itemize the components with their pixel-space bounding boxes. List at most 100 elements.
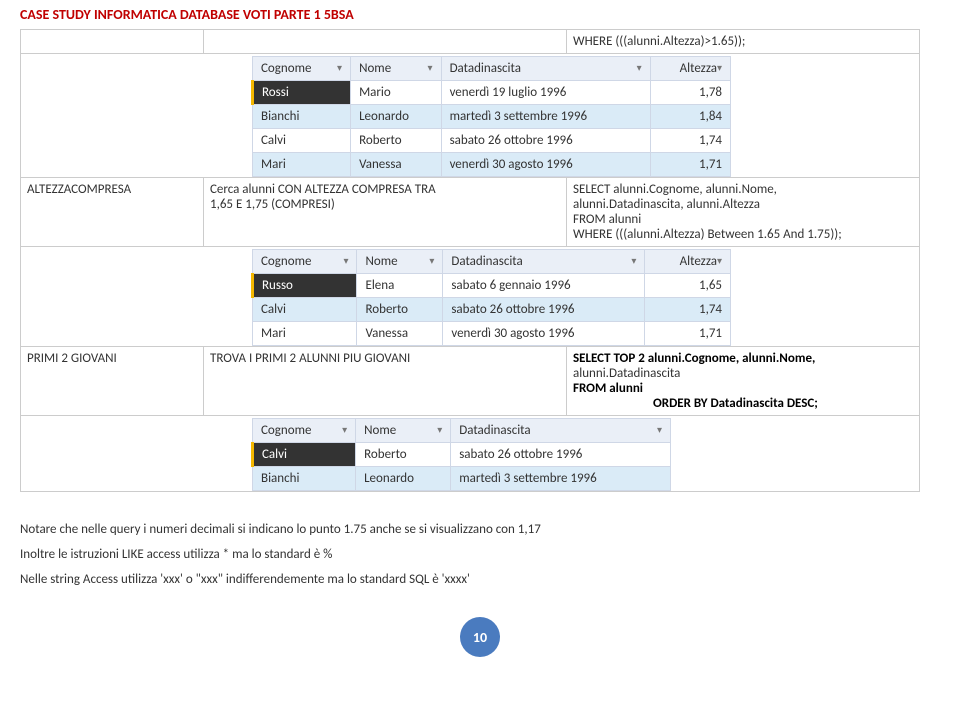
col-label: Altezza xyxy=(680,61,717,76)
cell[interactable]: Roberto xyxy=(351,129,442,153)
dropdown-icon[interactable]: ▾ xyxy=(429,254,434,267)
col-label: Altezza xyxy=(680,254,717,269)
cell[interactable]: Bianchi xyxy=(253,467,356,491)
cell[interactable]: Calvi xyxy=(253,443,356,467)
table-row: Mari Vanessa venerdì 30 agosto 1996 1,71 xyxy=(253,153,731,177)
sql-cell: SELECT alunni.Cognome, alunni.Nome, alun… xyxy=(567,178,920,247)
cell[interactable]: Bianchi xyxy=(253,105,351,129)
cell[interactable]: 1,84 xyxy=(650,105,730,129)
note-1: Notare che nelle query i numeri decimali… xyxy=(20,522,940,537)
cell[interactable]: Mari xyxy=(253,322,357,346)
cell[interactable]: 1,65 xyxy=(645,274,731,298)
dropdown-icon[interactable]: ▾ xyxy=(342,423,347,436)
cell[interactable]: Russo xyxy=(253,274,357,298)
col-label: Cognome xyxy=(261,423,311,438)
sql-line: FROM alunni xyxy=(573,212,641,227)
cell[interactable]: Roberto xyxy=(357,298,443,322)
col-altezza[interactable]: Altezza▾ xyxy=(650,57,730,81)
cell[interactable]: 1,71 xyxy=(645,322,731,346)
empty-cell xyxy=(204,30,567,54)
table-row: Bianchi Leonardo martedì 3 settembre 199… xyxy=(253,105,731,129)
cell[interactable]: 1,74 xyxy=(645,298,731,322)
sql-line: ORDER BY Datadinascita DESC; xyxy=(573,396,818,411)
col-altezza[interactable]: Altezza▾ xyxy=(645,250,731,274)
sql-line: SELECT alunni.Cognome, alunni.Nome, xyxy=(573,182,777,197)
col-label: Datadinascita xyxy=(451,254,522,269)
cell[interactable]: Roberto xyxy=(356,443,451,467)
col-label: Nome xyxy=(359,61,391,76)
sql-line: alunni.Datadinascita, alunni.Altezza xyxy=(573,197,760,212)
dropdown-icon[interactable]: ▾ xyxy=(717,254,722,267)
col-nome[interactable]: Nome ▾ xyxy=(356,419,451,443)
dropdown-icon[interactable]: ▾ xyxy=(337,61,342,74)
empty-cell xyxy=(21,30,204,54)
cell[interactable]: Calvi xyxy=(253,129,351,153)
col-datadinascita[interactable]: Datadinascita ▾ xyxy=(441,57,650,81)
dropdown-icon[interactable]: ▾ xyxy=(657,423,662,436)
query-label: ALTEZZACOMPRESA xyxy=(21,178,204,247)
cell[interactable]: venerdì 30 agosto 1996 xyxy=(441,153,650,177)
table-row: Rossi Mario venerdì 19 luglio 1996 1,78 xyxy=(253,81,731,105)
sql-line: FROM alunni xyxy=(573,381,643,396)
dropdown-icon[interactable]: ▾ xyxy=(428,61,433,74)
col-datadinascita[interactable]: Datadinascita ▾ xyxy=(451,419,671,443)
col-nome[interactable]: Nome ▾ xyxy=(351,57,442,81)
dropdown-icon[interactable]: ▾ xyxy=(631,254,636,267)
text: 1,65 E 1,75 (COMPRESI) xyxy=(210,197,335,212)
dropdown-icon[interactable]: ▾ xyxy=(343,254,348,267)
cell[interactable]: sabato 26 ottobre 1996 xyxy=(451,443,671,467)
cell[interactable]: sabato 6 gennaio 1996 xyxy=(443,274,645,298)
cell[interactable]: martedì 3 settembre 1996 xyxy=(451,467,671,491)
cell[interactable]: sabato 26 ottobre 1996 xyxy=(441,129,650,153)
col-label: Cognome xyxy=(261,61,311,76)
table-row: Calvi Roberto sabato 26 ottobre 1996 xyxy=(253,443,671,467)
dropdown-icon[interactable]: ▾ xyxy=(717,61,722,74)
note-3: Nelle string Access utilizza 'xxx' o "xx… xyxy=(20,572,940,587)
grid2: Cognome▾ Nome▾ Datadinascita▾ Altezza▾ R… xyxy=(251,249,731,346)
col-label: Cognome xyxy=(261,254,311,269)
grid1-cell: Cognome▾ Nome▾ Datadinascita▾ Altezza▾ R… xyxy=(21,54,920,178)
table-row: Russo Elena sabato 6 gennaio 1996 1,65 xyxy=(253,274,731,298)
dropdown-icon[interactable]: ▾ xyxy=(437,423,442,436)
sql-cell: SELECT TOP 2 alunni.Cognome, alunni.Nome… xyxy=(567,347,920,416)
cell[interactable]: Rossi xyxy=(253,81,351,105)
cell[interactable]: Leonardo xyxy=(351,105,442,129)
cell[interactable]: Mario xyxy=(351,81,442,105)
table-row: Bianchi Leonardo martedì 3 settembre 199… xyxy=(253,467,671,491)
cell[interactable]: Calvi xyxy=(253,298,357,322)
cell[interactable]: 1,78 xyxy=(650,81,730,105)
grid3: Cognome ▾ Nome ▾ Datadinascita ▾ Calvi Robe… xyxy=(251,418,671,491)
sql-line: WHERE (((alunni.Altezza) Between 1.65 An… xyxy=(573,227,842,242)
text: Cerca alunni CON ALTEZZA COMPRESA TRA xyxy=(210,182,436,197)
col-cognome[interactable]: Cognome ▾ xyxy=(253,419,356,443)
cell[interactable]: Vanessa xyxy=(357,322,443,346)
doc-title: CASE STUDY INFORMATICA DATABASE VOTI PAR… xyxy=(20,0,940,29)
col-cognome[interactable]: Cognome ▾ xyxy=(253,57,351,81)
grid2-cell: Cognome▾ Nome▾ Datadinascita▾ Altezza▾ R… xyxy=(21,247,920,347)
main-table: WHERE (((alunni.Altezza)>1.65)); Cognome… xyxy=(20,29,920,492)
col-datadinascita[interactable]: Datadinascita ▾ xyxy=(443,250,645,274)
cell[interactable]: Elena xyxy=(357,274,443,298)
cell[interactable]: venerdì 19 luglio 1996 xyxy=(441,81,650,105)
col-label: Datadinascita xyxy=(450,61,521,76)
dropdown-icon[interactable]: ▾ xyxy=(637,61,642,74)
sql-cell-top: WHERE (((alunni.Altezza)>1.65)); xyxy=(567,30,920,54)
col-label: Nome xyxy=(364,423,396,438)
grid1: Cognome▾ Nome▾ Datadinascita▾ Altezza▾ R… xyxy=(251,56,731,177)
cell[interactable]: martedì 3 settembre 1996 xyxy=(441,105,650,129)
cell[interactable]: Leonardo xyxy=(356,467,451,491)
cell[interactable]: sabato 26 ottobre 1996 xyxy=(443,298,645,322)
cell[interactable]: venerdì 30 agosto 1996 xyxy=(443,322,645,346)
page-number-badge: 10 xyxy=(460,617,500,657)
cell[interactable]: 1,71 xyxy=(650,153,730,177)
cell[interactable]: 1,74 xyxy=(650,129,730,153)
query-desc: Cerca alunni CON ALTEZZA COMPRESA TRA 1,… xyxy=(204,178,567,247)
cell[interactable]: Vanessa xyxy=(351,153,442,177)
col-cognome[interactable]: Cognome ▾ xyxy=(253,250,357,274)
sql-line: alunni.Datadinascita xyxy=(573,366,680,381)
grid3-cell: Cognome ▾ Nome ▾ Datadinascita ▾ Calvi Robe… xyxy=(21,416,920,492)
table-row: Calvi Roberto sabato 26 ottobre 1996 1,7… xyxy=(253,129,731,153)
col-label: Datadinascita xyxy=(459,423,530,438)
cell[interactable]: Mari xyxy=(253,153,351,177)
col-nome[interactable]: Nome▾ xyxy=(357,250,443,274)
